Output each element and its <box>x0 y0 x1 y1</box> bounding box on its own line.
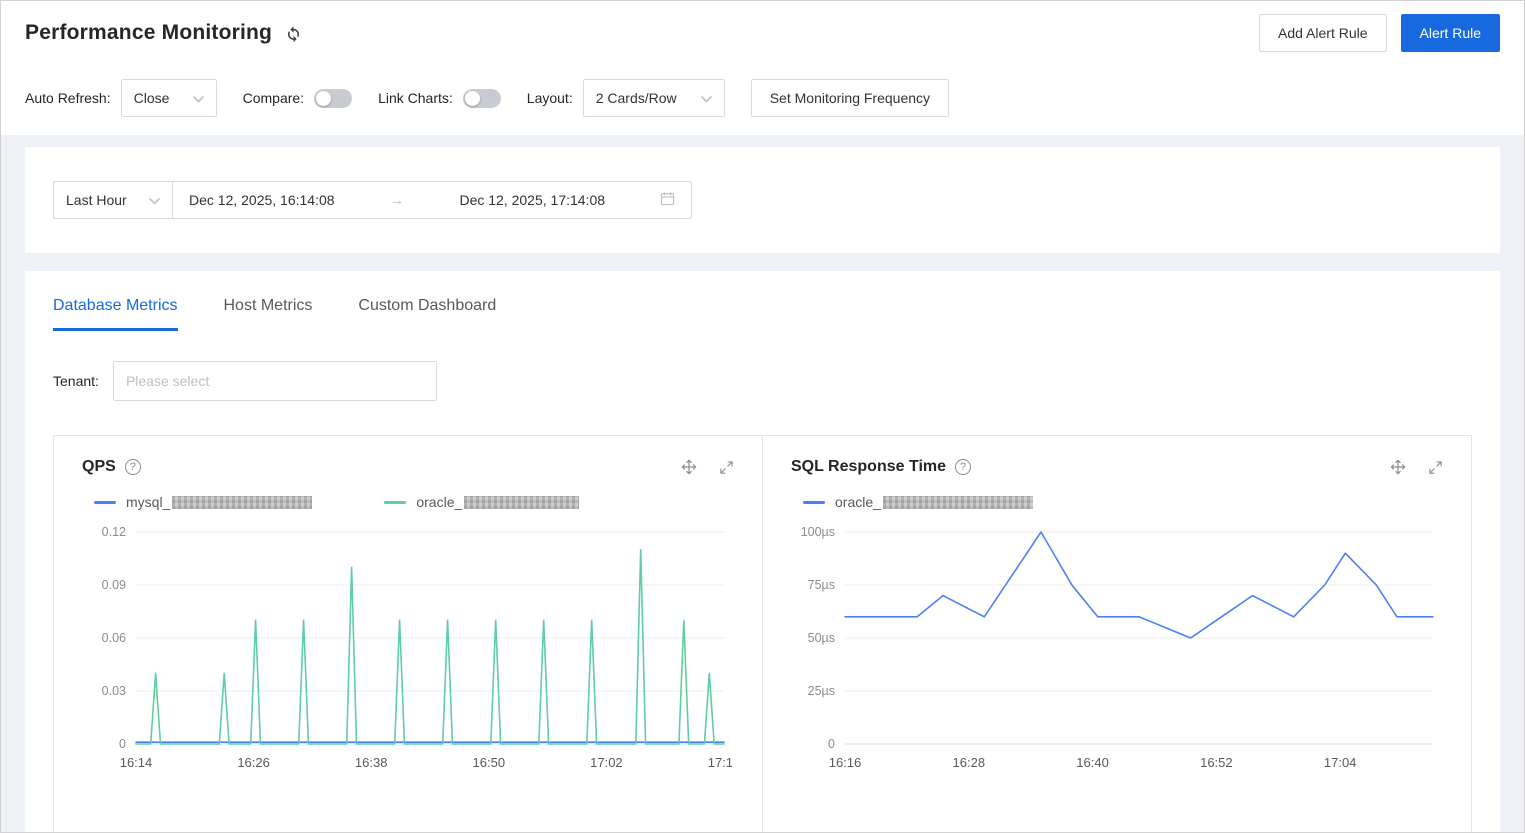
link-charts-label: Link Charts: <box>378 90 453 106</box>
tenant-filter: Tenant: <box>53 361 1472 401</box>
tab-host-metrics[interactable]: Host Metrics <box>224 297 313 331</box>
svg-text:0: 0 <box>119 737 126 751</box>
legend-swatch <box>94 500 116 504</box>
metrics-tabs: Database Metrics Host Metrics Custom Das… <box>53 297 1472 331</box>
set-monitoring-frequency-button[interactable]: Set Monitoring Frequency <box>750 79 950 117</box>
performance-monitoring-page: Performance Monitoring Add Alert Rule Al… <box>0 0 1525 833</box>
toolbar: Auto Refresh: Close Compare: Link Charts… <box>25 79 1500 117</box>
tenant-select[interactable] <box>112 361 437 401</box>
svg-text:16:28: 16:28 <box>953 755 986 770</box>
auto-refresh-label: Auto Refresh: <box>25 90 111 106</box>
svg-text:17:04: 17:04 <box>1324 755 1357 770</box>
chart-legend: oracle_ <box>791 494 1443 510</box>
legend-label: oracle_ <box>835 494 881 510</box>
svg-text:16:26: 16:26 <box>237 755 270 770</box>
svg-text:0.09: 0.09 <box>102 578 126 592</box>
charts-row: QPS ? mysql_ oracle_ 0 0.03 0.06 0.09 0.… <box>53 435 1472 832</box>
fullscreen-icon[interactable] <box>719 459 734 475</box>
svg-text:16:40: 16:40 <box>1076 755 1109 770</box>
tenant-label: Tenant: <box>53 373 99 389</box>
date-range-picker[interactable]: Dec 12, 2025, 16:14:08 → Dec 12, 2025, 1… <box>172 181 692 219</box>
svg-text:75µs: 75µs <box>808 578 835 592</box>
sql-response-time-chart[interactable]: 0 25µs 50µs 75µs 100µs 16:16 16:28 16:40 16:52 17… <box>791 524 1441 776</box>
svg-text:16:14: 16:14 <box>120 755 153 770</box>
tab-database-metrics[interactable]: Database Metrics <box>53 297 178 331</box>
drag-icon[interactable] <box>681 459 697 475</box>
svg-text:0: 0 <box>828 737 835 751</box>
metrics-card: Database Metrics Host Metrics Custom Das… <box>25 271 1500 832</box>
legend-item-mysql[interactable]: mysql_ <box>94 494 313 510</box>
arrow-right-icon: → <box>389 191 405 209</box>
legend-swatch <box>803 500 825 504</box>
calendar-icon[interactable] <box>660 191 675 209</box>
legend-swatch <box>384 500 407 504</box>
add-alert-rule-button[interactable]: Add Alert Rule <box>1259 14 1387 52</box>
tab-custom-dashboard[interactable]: Custom Dashboard <box>358 297 496 331</box>
svg-text:0.12: 0.12 <box>102 525 126 539</box>
chart-legend: mysql_ oracle_ <box>82 494 734 510</box>
help-icon[interactable]: ? <box>955 459 972 475</box>
chevron-down-icon <box>192 90 204 106</box>
svg-text:17:02: 17:02 <box>590 755 623 770</box>
help-icon[interactable]: ? <box>124 459 141 475</box>
page-header: Performance Monitoring Add Alert Rule Al… <box>25 11 1500 55</box>
legend-label: oracle_ <box>416 494 463 510</box>
legend-item-oracle[interactable]: oracle_ <box>384 494 580 510</box>
top-section: Performance Monitoring Add Alert Rule Al… <box>1 1 1524 135</box>
svg-text:17:14: 17:14 <box>708 755 732 770</box>
svg-text:0.06: 0.06 <box>102 631 126 645</box>
alert-rule-button[interactable]: Alert Rule <box>1400 14 1500 52</box>
sql-response-time-chart-card: SQL Response Time ? oracle_ 0 25µs 50µs … <box>762 435 1472 832</box>
redacted-text <box>882 496 1033 509</box>
drag-icon[interactable] <box>1390 459 1406 475</box>
redacted-text <box>172 496 313 509</box>
svg-text:16:52: 16:52 <box>1200 755 1233 770</box>
qps-chart[interactable]: 0 0.03 0.06 0.09 0.12 16:14 16:26 16:38 16:50 17:… <box>82 524 732 776</box>
auto-refresh-select[interactable]: Close <box>120 79 217 117</box>
svg-text:16:16: 16:16 <box>829 755 862 770</box>
layout-label: Layout: <box>526 90 573 106</box>
chevron-down-icon <box>149 192 160 208</box>
compare-toggle[interactable] <box>314 88 353 108</box>
svg-text:50µs: 50µs <box>808 631 835 645</box>
start-datetime[interactable]: Dec 12, 2025, 16:14:08 <box>189 192 335 208</box>
link-charts-toggle[interactable] <box>462 88 501 108</box>
time-range-card: Last Hour Dec 12, 2025, 16:14:08 → Dec 1… <box>25 147 1500 253</box>
svg-text:25µs: 25µs <box>808 684 835 698</box>
svg-text:16:38: 16:38 <box>355 755 388 770</box>
svg-text:0.03: 0.03 <box>102 684 126 698</box>
end-datetime[interactable]: Dec 12, 2025, 17:14:08 <box>459 192 605 208</box>
chart-title: SQL Response Time <box>791 458 947 475</box>
chart-title: QPS <box>82 458 116 475</box>
compare-label: Compare: <box>242 90 305 106</box>
legend-label: mysql_ <box>126 494 171 510</box>
svg-text:16:50: 16:50 <box>473 755 506 770</box>
page-title: Performance Monitoring <box>25 21 273 44</box>
fullscreen-icon[interactable] <box>1428 459 1443 475</box>
chevron-down-icon <box>700 90 712 106</box>
legend-item-oracle[interactable]: oracle_ <box>803 494 1033 510</box>
svg-text:100µs: 100µs <box>801 525 835 539</box>
layout-select[interactable]: 2 Cards/Row <box>582 79 725 117</box>
refresh-icon[interactable] <box>284 24 303 43</box>
time-preset-select[interactable]: Last Hour <box>53 181 173 219</box>
qps-chart-card: QPS ? mysql_ oracle_ 0 0.03 0.06 0.09 0.… <box>53 435 763 832</box>
redacted-text <box>464 496 580 509</box>
